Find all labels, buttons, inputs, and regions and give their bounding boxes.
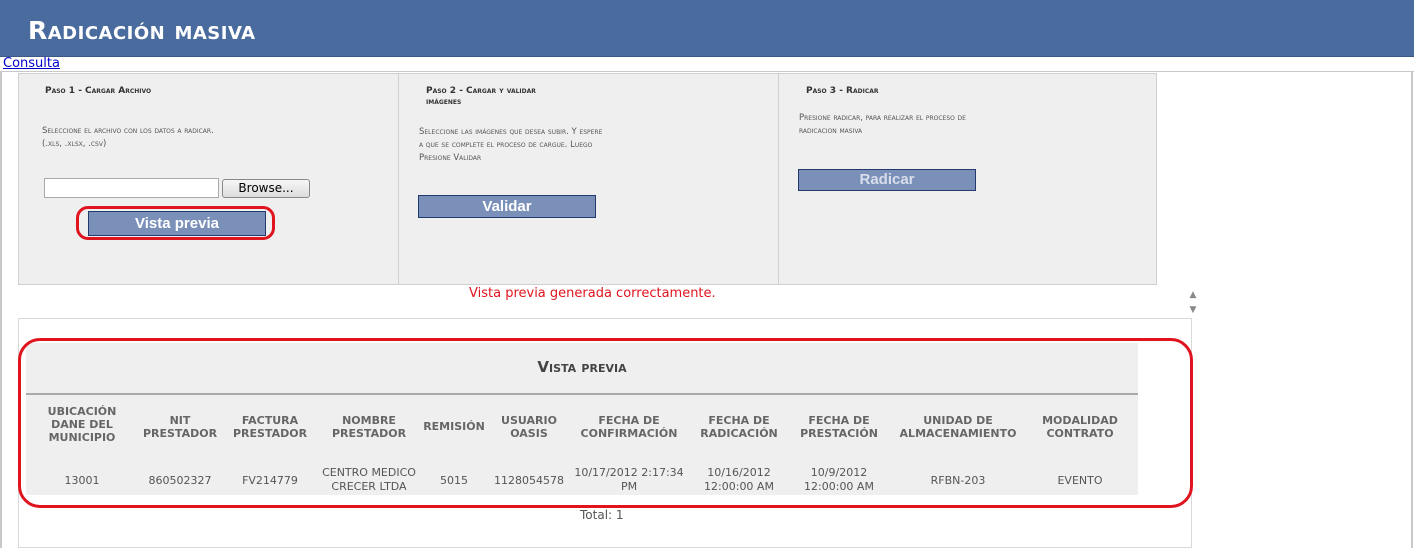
page-title: Radicación masiva (28, 16, 256, 45)
table-cell: 1128054578 (491, 474, 567, 488)
step-3-desc-line1: Presione radicar, para realizar el proce… (799, 113, 966, 123)
consulta-link[interactable]: Consulta (3, 56, 60, 71)
column-header-line: FECHA DE (598, 414, 660, 427)
step-1-desc-line1: Seleccione el archivo con los datos a ra… (42, 126, 214, 136)
column-header-line: RADICACIÓN (700, 427, 778, 440)
column-header-line: PRESTADOR (331, 427, 407, 440)
table-cell-line: 1128054578 (494, 474, 564, 487)
column-header-line: CONTRATO (1046, 427, 1114, 440)
step-1-desc-line2: (.xls, .xlsx, .csv) (42, 139, 107, 149)
table-cell-line: CRECER LTDA (331, 480, 407, 493)
table-cell: 10/16/2012 12:00:00 AM (691, 466, 787, 494)
preview-divider (26, 393, 1138, 395)
column-header: UBICACIÓN DANE DEL MUNICIPIO (42, 405, 122, 444)
table-cell-line: 13001 (64, 474, 100, 487)
step-1-panel: Paso 1 - Cargar Archivo Seleccione el ar… (18, 73, 399, 285)
file-path-input[interactable] (44, 178, 219, 198)
table-cell: FV214779 (228, 474, 312, 488)
header-bar: Radicación masiva (0, 0, 1414, 57)
browse-button[interactable]: Browse... (222, 179, 310, 198)
step-1-title: Paso 1 - Cargar Archivo (45, 86, 152, 96)
column-header-line: FECHA DE (808, 414, 870, 427)
table-cell: CENTRO MEDICO CRECER LTDA (317, 466, 421, 494)
column-header: UNIDAD DE ALMACENAMIENTO (891, 414, 1025, 440)
table-cell-line: 860502327 (148, 474, 212, 487)
column-header-line: CONFIRMACIÓN (580, 427, 678, 440)
step-2-desc-line3: Presione Validar (419, 153, 482, 163)
table-cell-line: 12:00:00 AM (704, 480, 774, 493)
column-header-line: PRESTADOR (142, 427, 218, 440)
step-2-panel: Paso 2 - Cargar y validar imágenes Selec… (398, 73, 779, 285)
radicar-button[interactable]: Radicar (798, 169, 976, 191)
preview-title: Vista previa (537, 358, 627, 376)
column-header: REMISIÓN (421, 420, 487, 433)
table-cell: 13001 (42, 474, 122, 488)
column-header-line: REMISIÓN (423, 420, 485, 433)
table-cell: 10/9/2012 12:00:00 AM (791, 466, 887, 494)
table-cell-line: 10/9/2012 (810, 466, 868, 479)
table-cell-line: CENTRO MEDICO (322, 466, 416, 479)
step-3-title: Paso 3 - Radicar (806, 86, 879, 96)
table-cell-line: 10/17/2012 2:17:34 (574, 466, 684, 479)
frame-right-border (1411, 72, 1413, 548)
column-header-line: MODALIDAD (1042, 414, 1118, 427)
table-cell-line: 5015 (440, 474, 468, 487)
column-header-line: OASIS (510, 427, 548, 440)
column-header-line: NOMBRE (342, 414, 396, 427)
scroll-down-arrow-icon[interactable]: ▼ (1185, 303, 1201, 317)
vista-previa-button[interactable]: Vista previa (88, 211, 266, 236)
table-cell-line: 10/16/2012 (707, 466, 771, 479)
column-header-line: USUARIO (501, 414, 557, 427)
column-header: FECHA DE PRESTACIÓN (791, 414, 887, 440)
column-header-line: UNIDAD DE (923, 414, 993, 427)
table-cell-line: RFBN-203 (930, 474, 986, 487)
column-header: FECHA DE CONFIRMACIÓN (569, 414, 689, 440)
frame-left-border (0, 72, 2, 548)
table-cell: EVENTO (1032, 474, 1128, 488)
column-header-line: FECHA DE (708, 414, 770, 427)
total-count: Total: 1 (580, 508, 624, 522)
status-message: Vista previa generada correctamente. (469, 286, 716, 301)
table-cell-line: 12:00:00 AM (804, 480, 874, 493)
column-header: FECHA DE RADICACIÓN (691, 414, 787, 440)
step-2-title-line1: Paso 2 - Cargar y validar (426, 86, 536, 96)
column-header-line: MUNICIPIO (48, 431, 116, 444)
table-cell: 5015 (421, 474, 487, 488)
table-cell: 10/17/2012 2:17:34 PM (569, 466, 689, 494)
step-3-panel: Paso 3 - Radicar Presione radicar, para … (778, 73, 1157, 285)
column-header: FACTURA PRESTADOR (228, 414, 312, 440)
scroll-up-arrow-icon[interactable]: ▲ (1185, 288, 1201, 302)
column-header: MODALIDAD CONTRATO (1032, 414, 1128, 440)
column-header-line: DANE DEL (51, 418, 113, 431)
table-cell-line: PM (620, 480, 638, 493)
table-cell: 860502327 (140, 474, 220, 488)
column-header-line: ALMACENAMIENTO (899, 427, 1017, 440)
validar-button[interactable]: Validar (418, 195, 596, 218)
step-2-desc-line2: a que se complete el proceso de cargue. … (419, 140, 593, 150)
column-header-line: FACTURA (241, 414, 299, 427)
table-cell-line: FV214779 (242, 474, 298, 487)
table-cell: RFBN-203 (891, 474, 1025, 488)
step-2-desc-line1: Seleccione las imágenes que desea subir.… (419, 127, 603, 137)
frame-divider (0, 71, 1414, 72)
column-header-line: PRESTACIÓN (800, 427, 878, 440)
step-3-desc-line2: radicacion masiva (799, 126, 863, 136)
page: Radicación masiva Consulta Paso 1 - Carg… (0, 0, 1414, 548)
table-cell-line: EVENTO (1057, 474, 1103, 487)
column-header-line: PRESTADOR (232, 427, 308, 440)
column-header-line: UBICACIÓN (47, 405, 117, 418)
column-header-line: NIT (169, 414, 191, 427)
column-header: NIT PRESTADOR (140, 414, 220, 440)
column-header: USUARIO OASIS (491, 414, 567, 440)
column-header: NOMBRE PRESTADOR (317, 414, 421, 440)
step-2-title-line2: imágenes (426, 97, 462, 107)
